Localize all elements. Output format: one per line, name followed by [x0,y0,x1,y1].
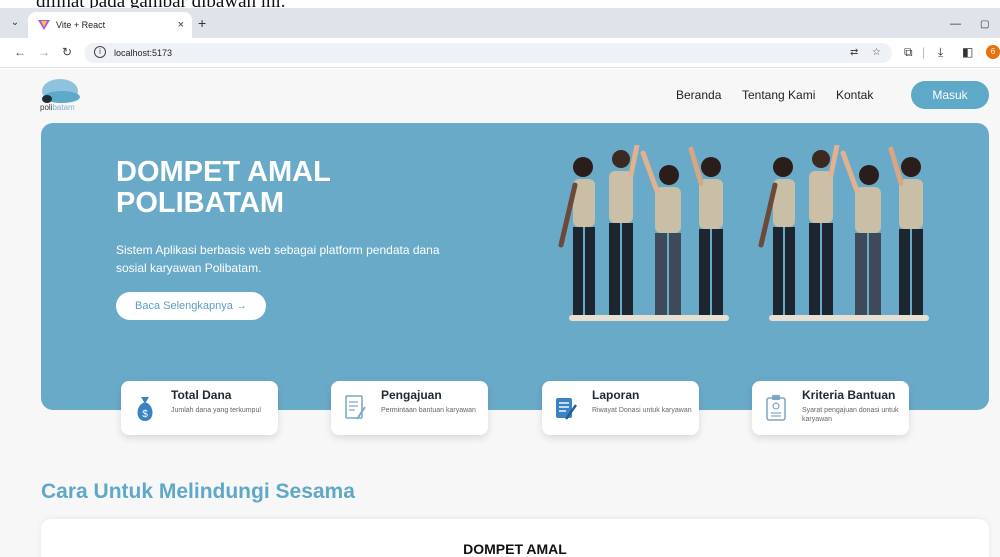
url-text: localhost:5173 [114,48,173,58]
info-panel: DOMPET AMAL [41,519,989,557]
section-title: Cara Untuk Melindungi Sesama [41,480,355,503]
read-more-button[interactable]: Baca Selengkapnya → [116,292,266,320]
panel-title: DOMPET AMAL [463,541,567,557]
clipboard-icon [766,395,786,421]
minimize-icon[interactable]: — [950,18,961,30]
login-button[interactable]: Masuk [911,81,989,109]
card-title: Laporan [592,388,640,402]
address-bar[interactable]: i localhost:5173 ⇄ ☆ [84,43,892,63]
card-kriteria-bantuan[interactable]: Kriteria Bantuan Syarat pengajuan donasi… [752,381,909,435]
card-title: Pengajuan [381,388,442,402]
hero-title: DOMPET AMAL POLIBATAM [116,156,331,219]
svg-text:$: $ [142,409,148,420]
card-title: Kriteria Bantuan [802,388,896,402]
report-icon [556,398,577,420]
browser-tab[interactable]: Vite + React × [28,12,192,38]
card-description: Permintaan bantuan karyawan [381,407,476,414]
tab-search-icon[interactable]: ⌄ [6,15,24,31]
nav-kontak[interactable]: Kontak [836,88,873,102]
bookmark-star-icon[interactable]: ☆ [872,46,881,60]
download-icon[interactable]: ⤓ [938,45,943,59]
side-panel-icon[interactable]: ◧ [962,45,973,59]
card-description: Jumlah dana yang terkumpul [171,407,261,414]
vite-favicon-icon [38,20,50,30]
tab-title: Vite + React [56,20,106,30]
tab-close-icon[interactable]: × [178,18,184,32]
browser-window: dilihat pada gambar dibawah ini. ⌄ Vite … [0,0,1000,557]
hero-banner: DOMPET AMAL POLIBATAM Sistem Aplikasi be… [41,123,989,410]
card-total-dana[interactable]: $ Total Dana Jumlah dana yang terkumpul [121,381,278,435]
tab-bar: ⌄ Vite + React × + — ▢ [0,8,1000,38]
logo-text: polibatam [40,103,75,112]
form-icon [345,395,366,420]
card-description: Syarat pengajuan donasi untuk karyawan [802,407,899,423]
page-content: polibatam Beranda Tentang Kami Kontak Ma… [0,69,1000,557]
hero-subtitle: Sistem Aplikasi berbasis web sebagai pla… [116,243,440,275]
card-description: Riwayat Donasi untuk karyawan [592,407,692,414]
card-pengajuan[interactable]: Pengajuan Permintaan bantuan karyawan [331,381,488,435]
nav-beranda[interactable]: Beranda [676,88,721,102]
card-title: Total Dana [171,388,232,402]
nav-tentang-kami[interactable]: Tentang Kami [742,88,815,102]
toolbar-divider: | [922,45,926,59]
restore-icon[interactable]: ▢ [980,19,989,30]
forward-icon[interactable]: → [38,45,50,59]
new-tab-button[interactable]: + [198,16,206,30]
back-icon[interactable]: ← [14,45,26,59]
browser-toolbar: ← → ↻ i localhost:5173 ⇄ ☆ ⧉ | ⤓ ◧ 6 [0,38,1000,68]
translate-icon[interactable]: ⇄ [850,46,858,60]
logo-text-batam: batam [52,103,75,112]
site-info-icon[interactable]: i [94,46,106,58]
money-bag-icon: $ [137,397,153,421]
reload-icon[interactable]: ↻ [62,45,72,59]
team-high-five-illustration [558,145,971,400]
logo-text-poli: poli [40,103,53,112]
extensions-icon[interactable]: ⧉ [904,45,913,59]
card-laporan[interactable]: Laporan Riwayat Donasi untuk karyawan [542,381,699,435]
profile-avatar[interactable]: 6 [986,45,1000,59]
